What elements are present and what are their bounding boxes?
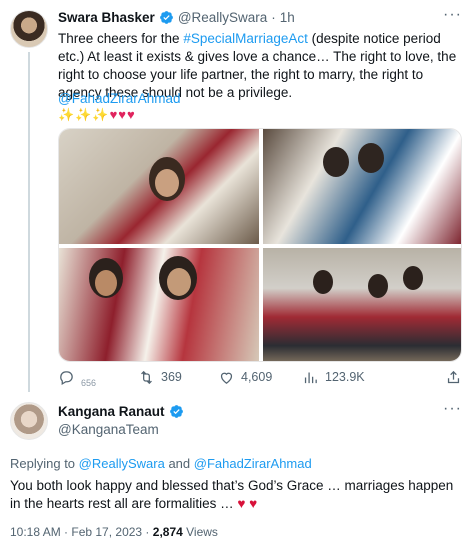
tweet2-meta: 10:18 AM · Feb 17, 2023 · 2,874 Views [10,525,218,539]
like-icon [220,372,233,384]
more-icon[interactable]: ··· [443,6,462,24]
tweet2-timestamp[interactable]: 10:18 AM · Feb 17, 2023 · [10,525,153,539]
share-icon [447,370,460,383]
retweet-count: 369 [161,370,182,384]
like-count: 4,609 [241,370,273,384]
tweet2-body: You both look happy and blessed that’s G… [10,478,454,511]
emoji-line: ✨✨✨♥♥♥ [58,107,136,123]
media-grid [58,128,462,362]
more-icon[interactable]: ··· [443,400,462,418]
like-button[interactable]: 4,609 [218,369,302,386]
share-button[interactable] [445,369,462,386]
replying-mention-2[interactable]: @FahadZirarAhmad [194,456,312,471]
replying-prefix: Replying to [10,456,79,471]
thread-line [28,52,30,392]
photo-couple-garlands[interactable] [59,248,259,361]
mention-link[interactable]: @FahadZirarAhmad [58,91,181,106]
sparkles-emoji: ✨✨✨ [58,107,110,122]
retweet-icon [141,370,152,384]
replying-mention-1[interactable]: @ReallySwara [79,456,165,471]
author-name-2[interactable]: Kangana Ranaut [58,404,165,419]
author-handle[interactable]: @ReallySwara [178,10,267,25]
tweet-text-part1: Three cheers for the [58,31,184,46]
photo-signing-2[interactable] [263,129,461,244]
author-name[interactable]: Swara Bhasker [58,10,155,25]
author-handle-2[interactable]: @KanganaTeam [58,422,159,437]
photo-signing-1[interactable] [59,129,259,244]
tweet2-text: You both look happy and blessed that’s G… [10,477,466,513]
tweet-header: Swara Bhasker @ReallySwara · 1h [58,10,295,25]
replying-and: and [164,456,194,471]
reply-button[interactable]: 656 [58,369,138,388]
tweet-swara: Swara Bhasker @ReallySwara · 1h ··· Thre… [0,0,474,392]
verified-badge-icon [169,404,184,419]
tweet2-views-count: 2,874 [152,525,183,539]
photo-couple-walking[interactable] [263,248,461,361]
separator-dot: · [271,10,276,25]
hearts-emoji: ♥♥♥ [109,107,136,122]
reply-count: 656 [81,378,97,388]
tweet-time[interactable]: 1h [280,10,295,25]
views-count: 123.9K [325,370,365,384]
verified-badge-icon [159,10,174,25]
replying-to: Replying to @ReallySwara and @FahadZirar… [10,456,312,471]
avatar-swara[interactable] [10,10,48,48]
views-icon [304,372,317,383]
avatar-kangana[interactable] [10,402,48,440]
reply-icon [60,370,73,385]
tweet-actions: 656 369 4,609 123.9K [58,366,462,388]
views-button[interactable]: 123.9K [302,369,412,386]
hearts-emoji-2: ♥ ♥ [237,496,258,511]
tweet2-views-label: Views [182,525,218,539]
retweet-button[interactable]: 369 [138,369,218,386]
tweet2-header: Kangana Ranaut [58,404,184,419]
hashtag-link[interactable]: #SpecialMarriageAct [183,31,308,46]
